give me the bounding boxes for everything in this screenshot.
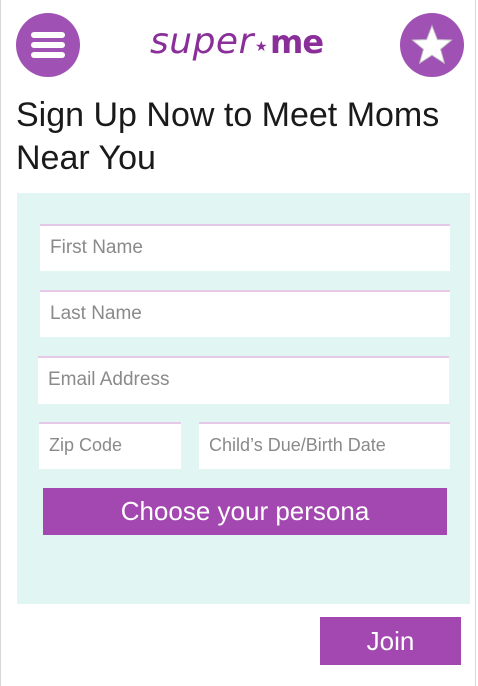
logo-text-super: super (150, 21, 254, 62)
menu-button[interactable] (16, 13, 80, 77)
email-input[interactable]: Email Address (38, 356, 449, 404)
first-name-placeholder: First Name (50, 237, 143, 258)
email-placeholder: Email Address (48, 369, 170, 390)
last-name-placeholder: Last Name (50, 303, 142, 324)
birth-date-input[interactable]: Child’s Due/Birth Date (199, 422, 450, 469)
zip-code-placeholder: Zip Code (49, 435, 123, 455)
logo-text-me: me (270, 23, 324, 61)
choose-persona-button[interactable]: Choose your persona (43, 488, 447, 535)
birth-date-placeholder: Child’s Due/Birth Date (209, 435, 386, 455)
join-button[interactable]: Join (320, 617, 461, 665)
hamburger-menu-icon-bar (31, 52, 65, 58)
supermom-logo[interactable]: super ★ me (150, 24, 340, 74)
last-name-input[interactable]: Last Name (40, 290, 450, 337)
first-name-input[interactable]: First Name (40, 224, 450, 271)
hamburger-menu-icon (31, 32, 65, 38)
logo-star-icon: ★ (255, 38, 268, 54)
page-title: Sign Up Now to Meet Moms Near You (16, 96, 440, 177)
hamburger-menu-icon-bar (31, 42, 65, 48)
favorites-button[interactable] (400, 13, 464, 77)
star-icon (411, 24, 453, 65)
zip-code-input[interactable]: Zip Code (39, 422, 181, 469)
